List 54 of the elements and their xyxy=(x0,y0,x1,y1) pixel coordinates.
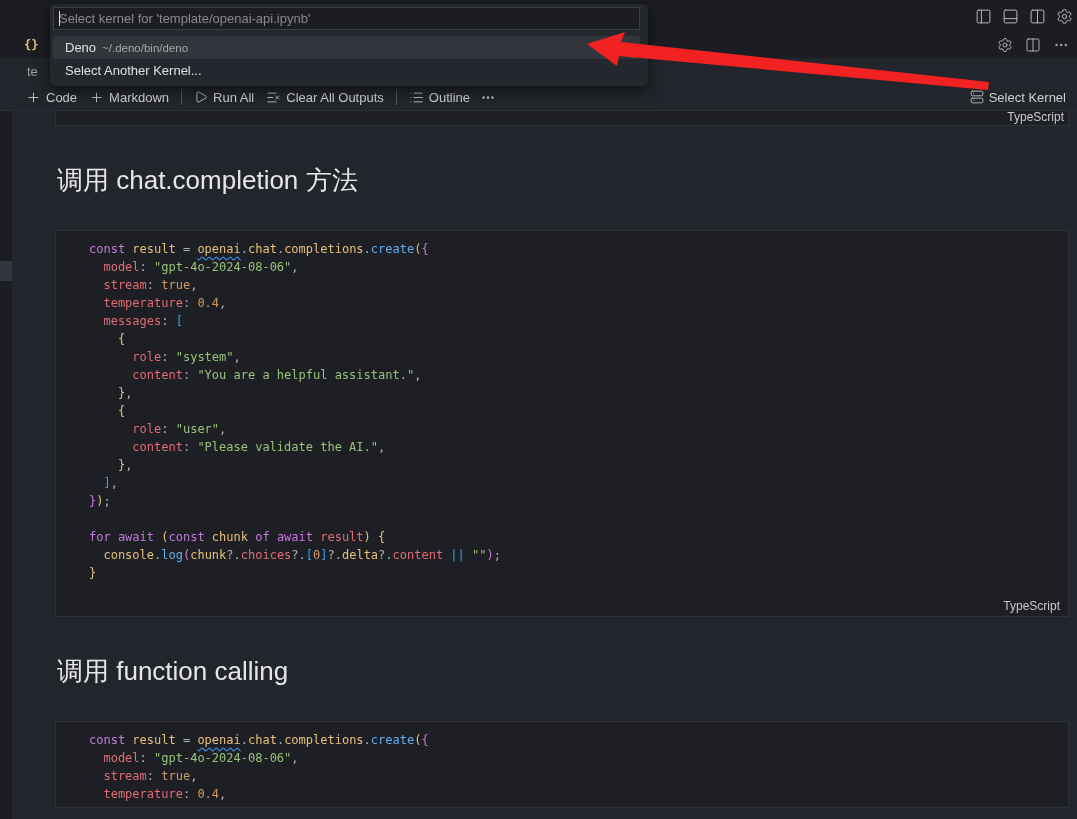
toolbar-button[interactable]: Markdown xyxy=(83,86,176,108)
code-line: role: "system", xyxy=(131,349,242,366)
text-cursor xyxy=(59,11,60,26)
kernel-option[interactable]: Select Another Kernel... xyxy=(53,59,640,82)
code-line: temperature: 0.4, xyxy=(102,786,228,803)
sidebar-toggle-icon[interactable] xyxy=(975,7,992,25)
code-line: stream: true, xyxy=(102,768,199,785)
code-line: const result = openai.chat.completions.create({ xyxy=(89,241,430,258)
settings-icon[interactable] xyxy=(997,37,1013,53)
code-line: content: "You are a helpful assistant.", xyxy=(131,367,423,384)
code-line: }); xyxy=(89,493,112,510)
code-line: console.log(chunk?.choices?.[0]?.delta?.content || ""); xyxy=(102,547,502,564)
clear-list-icon xyxy=(266,89,282,105)
select-kernel-button[interactable]: Select Kernel xyxy=(963,86,1072,108)
toolbar-button[interactable]: Outline xyxy=(402,86,476,108)
code-line: content: "Please validate the AI.", xyxy=(131,439,387,456)
plus-icon xyxy=(26,89,41,105)
code-line: stream: true, xyxy=(102,277,199,294)
code-line: { xyxy=(116,403,127,420)
kernel-search-field[interactable]: Select kernel for 'template/openai-api.ipynb' xyxy=(53,7,640,30)
split-layout-icon[interactable] xyxy=(1029,7,1046,25)
markdown-heading: 调用 function calling xyxy=(57,655,290,687)
toolbar-button[interactable]: Run All xyxy=(188,86,261,108)
list-icon xyxy=(408,89,424,105)
markdown-heading: 调用 chat.completion 方法 xyxy=(57,164,359,196)
plus-icon xyxy=(89,89,105,105)
panel-toggle-icon[interactable] xyxy=(1002,7,1019,25)
breadcrumb[interactable]: te xyxy=(27,63,38,79)
toolbar-button[interactable]: Code xyxy=(20,86,84,108)
settings-icon[interactable] xyxy=(1056,7,1073,25)
code-line: const result = openai.chat.completions.create({ xyxy=(89,732,430,749)
code-cell[interactable]: const result = openai.chat.completions.create({ model: "gpt-4o-2024-08-06", stream: true, temperature: 0.4, xyxy=(55,721,1069,808)
code-line: { xyxy=(116,331,127,348)
cell-language[interactable]: TypeScript xyxy=(1007,111,1064,123)
code-line: } xyxy=(89,565,98,582)
code-cell[interactable] xyxy=(55,230,1069,617)
code-line: }, xyxy=(116,385,134,402)
code-line: temperature: 0.4, xyxy=(102,295,228,312)
code-line: model: "gpt-4o-2024-08-06", xyxy=(102,750,300,767)
run-icon xyxy=(194,90,209,104)
kernel-option[interactable]: Deno ~/.deno/bin/deno xyxy=(53,36,640,59)
code-line: for await (const chunk of await result) { xyxy=(89,529,387,546)
toolbar-button[interactable]: Clear All Outputs xyxy=(260,86,390,108)
code-line: ], xyxy=(102,475,119,492)
more-icon xyxy=(482,95,494,99)
code-line: }, xyxy=(116,457,134,474)
server-icon xyxy=(969,90,984,104)
kernel-path: ~/.deno/bin/deno xyxy=(102,41,189,54)
json-file-icon: {} xyxy=(24,38,39,52)
code-line: messages: [ xyxy=(102,313,184,330)
code-line: model: "gpt-4o-2024-08-06", xyxy=(102,259,300,276)
code-line: role: "user", xyxy=(131,421,228,438)
cell-language[interactable]: TypeScript xyxy=(1003,600,1060,612)
split-editor-icon[interactable] xyxy=(1025,37,1041,53)
